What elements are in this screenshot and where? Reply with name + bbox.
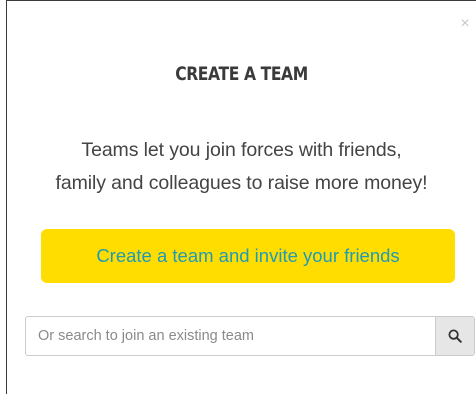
description-line-2: family and colleagues to raise more mone… <box>55 172 428 194</box>
search-icon <box>448 329 462 343</box>
team-search-input[interactable] <box>25 316 435 356</box>
create-team-button[interactable]: Create a team and invite your friends <box>41 229 455 283</box>
description-line-1: Teams let you join forces with friends, <box>81 139 402 161</box>
create-team-modal: × CREATE A TEAM Teams let you join force… <box>6 0 476 394</box>
team-search <box>25 316 475 356</box>
close-icon[interactable]: × <box>458 16 472 32</box>
modal-description: Teams let you join forces with friends, … <box>7 134 476 200</box>
modal-title: CREATE A TEAM <box>175 63 308 85</box>
search-button[interactable] <box>435 316 475 356</box>
